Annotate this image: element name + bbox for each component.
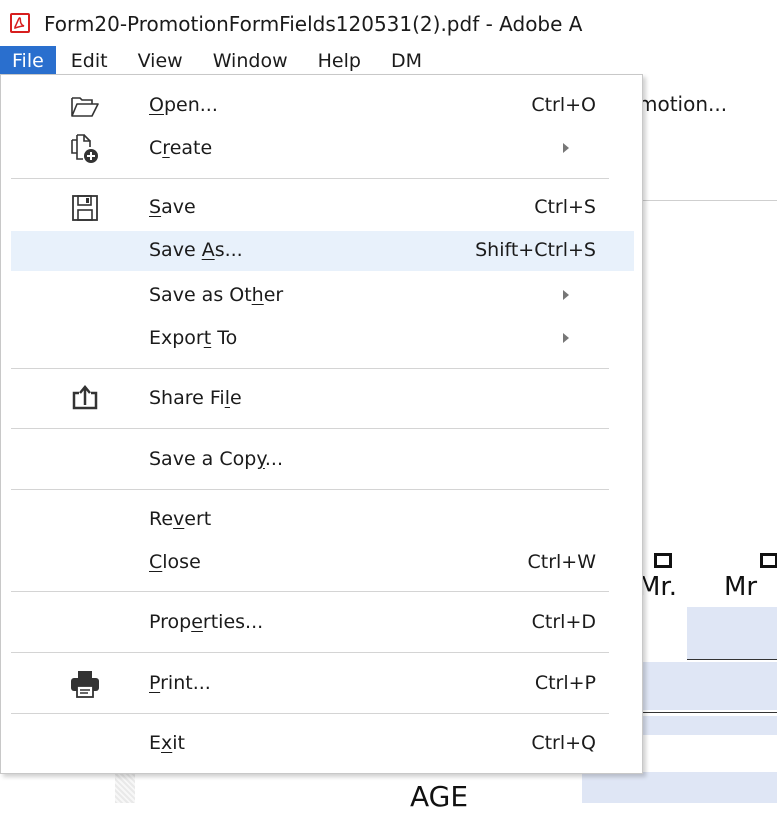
printer-icon — [69, 668, 101, 700]
menu-item-label: Exit — [149, 732, 185, 754]
menu-help[interactable]: Help — [303, 46, 376, 76]
submenu-arrow-icon — [563, 290, 569, 300]
menu-item-save[interactable]: Save Ctrl+S — [11, 188, 634, 228]
menu-item-revert[interactable]: Revert — [11, 500, 634, 540]
menu-item-shortcut: Ctrl+P — [534, 672, 596, 694]
menu-item-close[interactable]: Close Ctrl+W — [11, 543, 634, 583]
field-underline — [643, 712, 777, 713]
menu-item-open[interactable]: Open... Ctrl+O — [11, 86, 634, 126]
menu-edit[interactable]: Edit — [56, 46, 123, 76]
menu-item-label: Print... — [149, 672, 211, 694]
menu-item-shortcut: Ctrl+D — [531, 611, 596, 633]
menu-item-label: Export To — [149, 327, 238, 349]
form-field-1[interactable] — [687, 607, 777, 659]
window-title: Form20-PromotionFormFields120531(2).pdf … — [44, 12, 583, 36]
menu-separator — [11, 652, 609, 653]
salutation-mrs-label: Mr — [724, 572, 758, 602]
submenu-arrow-icon — [563, 143, 569, 153]
menu-separator — [11, 489, 609, 490]
menu-item-shortcut: Ctrl+O — [531, 94, 596, 116]
save-icon — [69, 192, 101, 224]
title-bar: Form20-PromotionFormFields120531(2).pdf … — [0, 0, 777, 47]
menu-separator — [11, 428, 609, 429]
folder-icon — [69, 90, 101, 122]
menu-item-export-to[interactable]: Export To — [11, 319, 634, 359]
menu-item-save-a-copy[interactable]: Save a Copy... — [11, 440, 634, 480]
menu-item-label: Save As... — [149, 239, 243, 261]
menu-dm[interactable]: DM — [376, 46, 437, 76]
menu-item-label: Create — [149, 137, 213, 159]
menu-item-label: Save — [149, 196, 196, 218]
toolbar-divider — [640, 200, 777, 201]
file-menu-dropdown: Open... Ctrl+O Create Save Ctrl+S Save A… — [0, 74, 643, 774]
menu-item-print[interactable]: Print... Ctrl+P — [11, 664, 634, 704]
menu-separator — [11, 368, 609, 369]
age-label: AGE — [410, 780, 469, 813]
age-field[interactable] — [582, 772, 777, 803]
menu-item-label: Save as Other — [149, 284, 284, 306]
menu-item-shortcut: Shift+Ctrl+S — [475, 239, 596, 261]
checkbox-mrs[interactable] — [760, 553, 777, 568]
menu-item-label: Properties... — [149, 611, 264, 633]
menu-item-shortcut: Ctrl+Q — [531, 732, 596, 754]
menu-item-create[interactable]: Create — [11, 129, 634, 169]
checkbox-mr[interactable] — [654, 553, 672, 568]
form-field-2[interactable] — [643, 662, 777, 710]
menu-view[interactable]: View — [123, 46, 198, 76]
create-pdf-icon — [69, 133, 101, 165]
adobe-acrobat-icon — [10, 13, 30, 33]
share-icon — [69, 383, 101, 415]
menu-item-label: Revert — [149, 508, 212, 530]
menu-item-shortcut: Ctrl+W — [527, 551, 596, 573]
menu-item-share-file[interactable]: Share File — [11, 379, 634, 419]
field-underline — [687, 659, 777, 660]
submenu-arrow-icon — [563, 333, 569, 343]
menu-item-label: Share File — [149, 387, 242, 409]
menu-separator — [11, 591, 609, 592]
menu-bar: File Edit View Window Help DM — [0, 46, 777, 76]
menu-item-save-as[interactable]: Save As... Shift+Ctrl+S — [11, 231, 634, 271]
menu-item-shortcut: Ctrl+S — [534, 196, 596, 218]
menu-separator — [11, 713, 609, 714]
menu-item-save-as-other[interactable]: Save as Other — [11, 276, 634, 316]
salutation-mr-label: Mr. — [638, 572, 677, 602]
menu-separator — [11, 178, 609, 179]
menu-item-label: Save a Copy... — [149, 448, 283, 470]
menu-item-label: Close — [149, 551, 201, 573]
menu-item-exit[interactable]: Exit Ctrl+Q — [11, 724, 634, 764]
menu-file[interactable]: File — [0, 46, 56, 76]
document-tab[interactable]: motion... — [638, 92, 727, 116]
menu-item-label: Open... — [149, 94, 218, 116]
menu-window[interactable]: Window — [198, 46, 303, 76]
menu-item-properties[interactable]: Properties... Ctrl+D — [11, 603, 634, 643]
